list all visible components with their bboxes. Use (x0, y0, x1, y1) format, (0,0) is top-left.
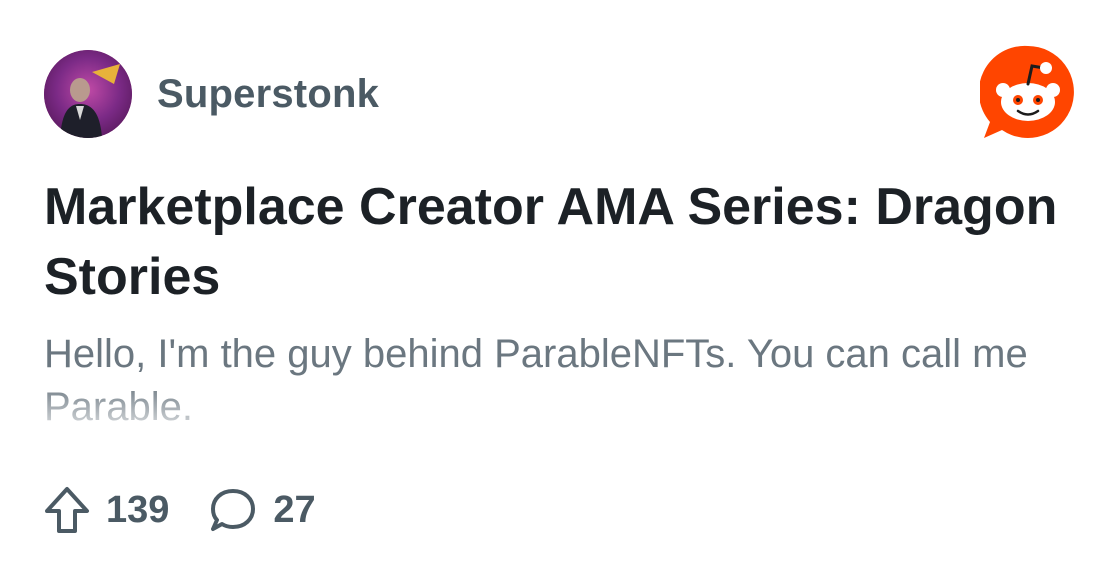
upvote-count: 139 (106, 488, 170, 531)
reddit-snoo-icon (978, 45, 1074, 138)
post-card[interactable]: Superstonk Marketplace Creator AMA Serie… (0, 0, 1120, 584)
community-name[interactable]: Superstonk (157, 72, 379, 117)
comment-bubble-icon[interactable] (209, 486, 257, 534)
body-fade-overlay (44, 382, 1064, 432)
community-avatar[interactable] (44, 50, 132, 138)
post-body-text: Hello, I'm the guy behind ParableNFTs. Y… (44, 332, 1028, 429)
post-header: Superstonk (44, 50, 379, 138)
upvote-stat[interactable]: 139 (44, 486, 169, 534)
post-title[interactable]: Marketplace Creator AMA Series: Dragon S… (44, 172, 1064, 312)
post-stats: 139 27 (44, 484, 316, 536)
community-avatar-icon (44, 50, 132, 138)
comment-count: 27 (273, 488, 316, 531)
reddit-logo[interactable] (978, 44, 1076, 140)
post-body-preview: Hello, I'm the guy behind ParableNFTs. Y… (44, 328, 1064, 432)
comment-stat[interactable]: 27 (209, 486, 316, 534)
upvote-arrow-icon[interactable] (44, 486, 90, 534)
